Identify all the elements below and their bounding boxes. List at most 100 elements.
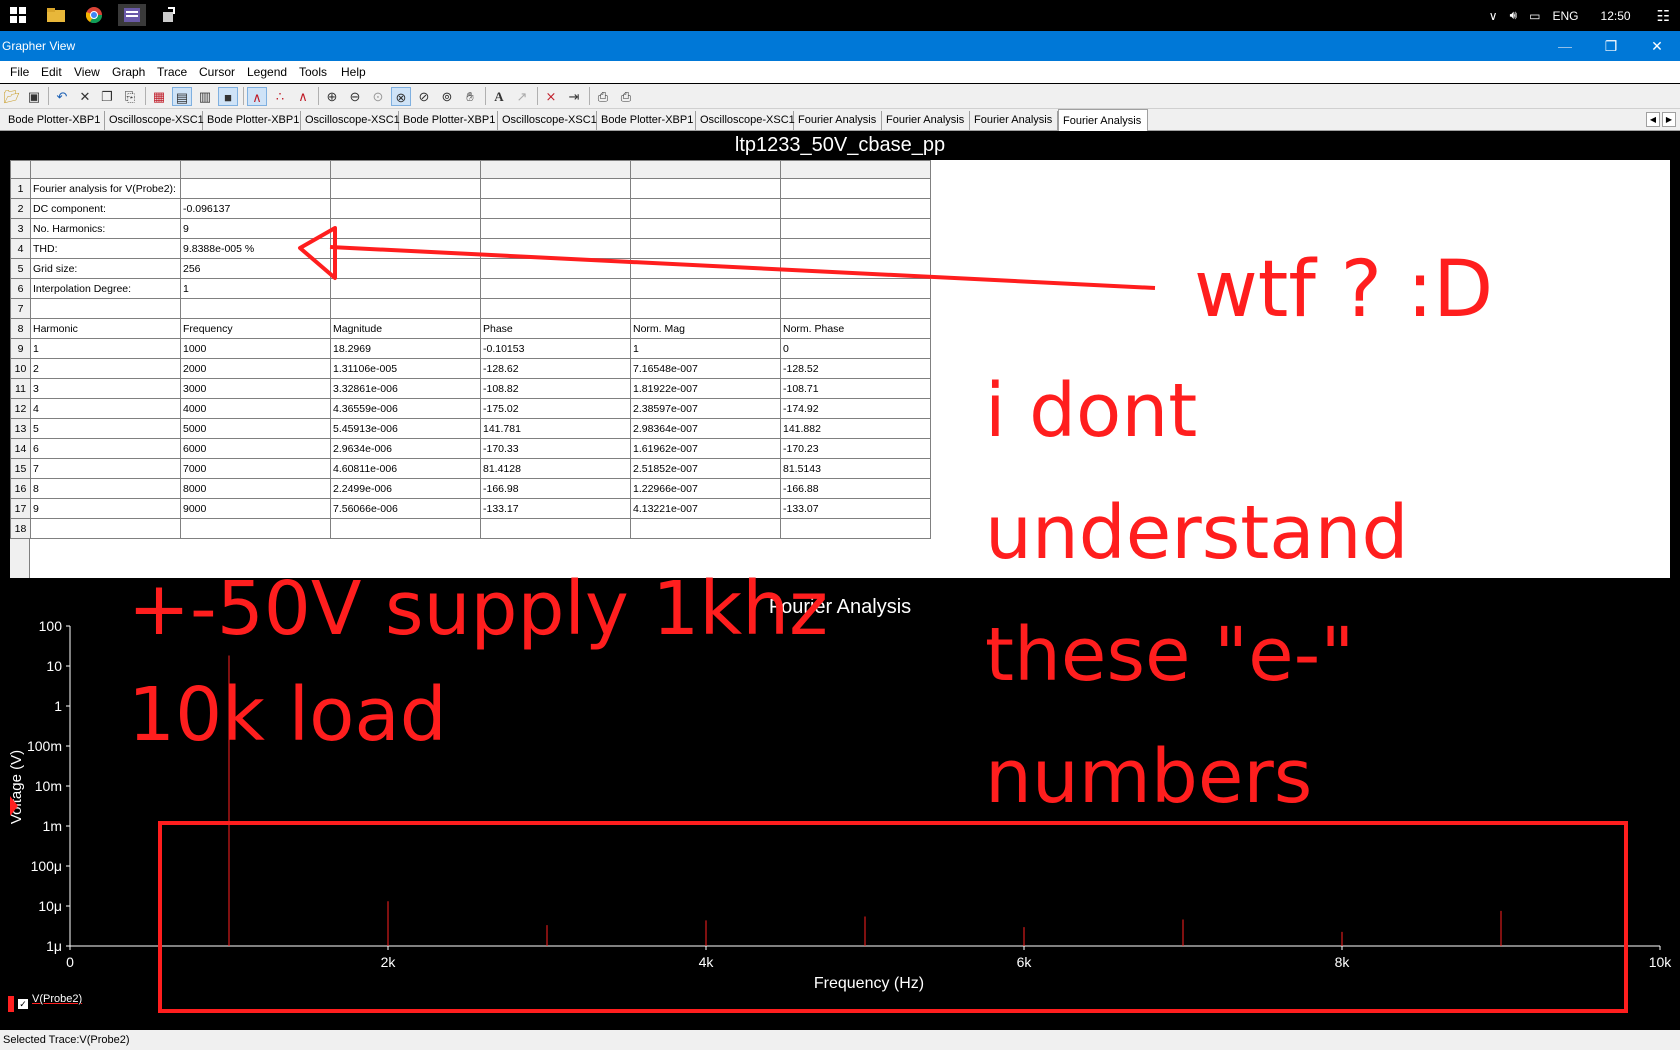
paste-icon[interactable]: ⎘ [120, 87, 140, 106]
grid-cell[interactable]: 81.5143 [780, 458, 931, 479]
grid-cell[interactable] [630, 278, 781, 299]
menu-cursor[interactable]: Cursor [199, 65, 235, 79]
grid-cell[interactable]: 2.2499e-006 [330, 478, 481, 499]
row-number[interactable]: 9 [10, 338, 31, 359]
grid-cell[interactable] [780, 278, 931, 299]
grid-cell[interactable] [780, 198, 931, 219]
zoom-in-icon[interactable]: ⊕ [322, 87, 342, 106]
grid-cell[interactable]: 7.16548e-007 [630, 358, 781, 379]
grid-cell[interactable]: -133.17 [480, 498, 631, 519]
grid-column-header[interactable] [780, 160, 931, 179]
grid-column-header[interactable] [630, 160, 781, 179]
cursors-icon[interactable]: ⨯ [541, 87, 561, 106]
menu-legend[interactable]: Legend [247, 65, 287, 79]
grid-cell[interactable] [330, 178, 481, 199]
grid-cell[interactable]: 1 [30, 338, 181, 359]
menu-graph[interactable]: Graph [112, 65, 145, 79]
grid-cell[interactable]: 7.56066e-006 [330, 498, 481, 519]
delete-icon[interactable]: ✕ [75, 87, 95, 106]
tab-oscilloscope-1[interactable]: Oscilloscope-XSC1 [105, 111, 204, 131]
grid-cell[interactable]: 1.31106e-005 [330, 358, 481, 379]
grid-cell[interactable] [780, 298, 931, 319]
grid-cell[interactable] [630, 258, 781, 279]
row-number[interactable]: 11 [10, 378, 31, 399]
trace-line-icon[interactable]: ∧ [247, 87, 267, 106]
grid-cell[interactable]: 1 [180, 278, 331, 299]
grid-cell[interactable] [480, 518, 631, 539]
grid-cell[interactable]: 4 [30, 398, 181, 419]
grid-cell[interactable]: Phase [480, 318, 631, 339]
grid-cell[interactable] [180, 178, 331, 199]
grid-cell[interactable] [630, 298, 781, 319]
grid-cell[interactable]: -174.92 [780, 398, 931, 419]
grid-cell[interactable] [180, 518, 331, 539]
grid-cell[interactable]: 9 [30, 498, 181, 519]
grid-cell[interactable]: -170.23 [780, 438, 931, 459]
row-number[interactable]: 17 [10, 498, 31, 519]
grid-cell[interactable]: 2 [30, 358, 181, 379]
grid-cell[interactable] [480, 218, 631, 239]
zoom-y-icon[interactable]: ⊘ [414, 87, 434, 106]
row-number[interactable]: 14 [10, 438, 31, 459]
copy-icon[interactable]: ❐ [97, 87, 117, 106]
grid-cell[interactable] [780, 258, 931, 279]
overlay-icon[interactable]: ■ [218, 87, 238, 106]
grid-cell[interactable]: 141.882 [780, 418, 931, 439]
grid-cell[interactable]: -128.62 [480, 358, 631, 379]
grid-column-header[interactable] [330, 160, 481, 179]
language-indicator[interactable]: ENG [1553, 9, 1579, 23]
label-icon[interactable]: ↗ [512, 87, 532, 106]
save-icon[interactable]: ▣ [24, 87, 44, 106]
grid-cell[interactable]: Frequency [180, 318, 331, 339]
grid-cell[interactable]: -0.10153 [480, 338, 631, 359]
grid-cell[interactable]: -128.52 [780, 358, 931, 379]
row-number[interactable]: 12 [10, 398, 31, 419]
row-number[interactable]: 7 [10, 298, 31, 319]
print-preview-icon[interactable]: ⎙ [593, 87, 613, 106]
grid-cell[interactable]: Fourier analysis for V(Probe2): [30, 178, 181, 199]
tab-scroll-right-icon[interactable]: ▶ [1662, 112, 1676, 127]
grid-cell[interactable] [30, 518, 181, 539]
grid-cell[interactable]: 2.51852e-007 [630, 458, 781, 479]
grid-column-header[interactable] [10, 160, 31, 179]
tab-bode-plotter-1[interactable]: Bode Plotter-XBP1 [4, 111, 105, 131]
grid-cell[interactable] [630, 178, 781, 199]
tab-scroll-left-icon[interactable]: ◀ [1646, 112, 1660, 127]
zoom-area-icon[interactable]: ⊚ [437, 87, 457, 106]
grid-cell[interactable]: -108.82 [480, 378, 631, 399]
grid-cell[interactable] [780, 178, 931, 199]
grid-cell[interactable]: Norm. Phase [780, 318, 931, 339]
grid-cell[interactable]: 7 [30, 458, 181, 479]
menu-help[interactable]: Help [341, 65, 366, 79]
grid-cell[interactable]: No. Harmonics: [30, 218, 181, 239]
grid-cell[interactable]: 0 [780, 338, 931, 359]
grid-cell[interactable]: 7000 [180, 458, 331, 479]
grid-cell[interactable]: Magnitude [330, 318, 481, 339]
row-number[interactable]: 1 [10, 178, 31, 199]
row-number[interactable]: 5 [10, 258, 31, 279]
tab-fourier-analysis-1[interactable]: Fourier Analysis [794, 111, 882, 131]
grid-cell[interactable]: 9000 [180, 498, 331, 519]
tab-fourier-analysis-3[interactable]: Fourier Analysis [970, 111, 1058, 131]
grid-cell[interactable]: 1.22966e-007 [630, 478, 781, 499]
grid-cell[interactable]: 3.32861e-006 [330, 378, 481, 399]
grid-cell[interactable] [30, 298, 181, 319]
menu-trace[interactable]: Trace [157, 65, 187, 79]
grid-cell[interactable]: 3 [30, 378, 181, 399]
grid-cell[interactable]: -0.096137 [180, 198, 331, 219]
grid-cell[interactable] [630, 238, 781, 259]
grid-cell[interactable]: DC component: [30, 198, 181, 219]
grid-cell[interactable]: 1.81922e-007 [630, 378, 781, 399]
restore-button[interactable]: ❐ [1588, 31, 1634, 61]
grid-cell[interactable]: 2.98364e-007 [630, 418, 781, 439]
menu-file[interactable]: File [10, 65, 29, 79]
row-number[interactable]: 4 [10, 238, 31, 259]
grid-cell[interactable]: 4000 [180, 398, 331, 419]
row-number[interactable]: 15 [10, 458, 31, 479]
grid-cell[interactable]: 81.4128 [480, 458, 631, 479]
tab-fourier-analysis-2[interactable]: Fourier Analysis [882, 111, 970, 131]
chart-legend[interactable]: ✓ V(Probe2) [8, 993, 82, 1012]
print-icon[interactable]: ⎙ [616, 87, 636, 106]
legend-checkbox-icon[interactable]: ✓ [18, 999, 28, 1009]
file-explorer-icon[interactable] [44, 4, 68, 26]
